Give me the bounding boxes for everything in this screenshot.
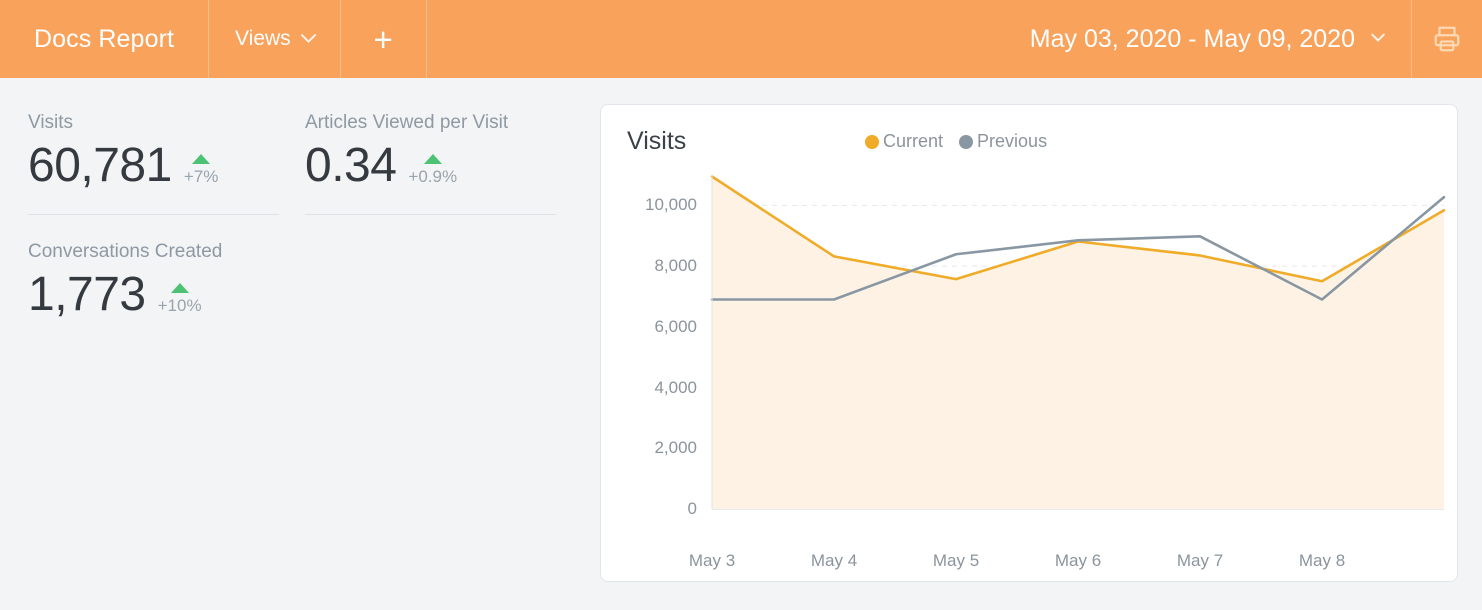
metric-value: 60,781 [28,139,172,192]
visits-chart-card: Visits Current Previous 0 2,000 4,000 6,000… [600,104,1458,582]
legend-item-previous[interactable]: Previous [959,131,1047,152]
x-axis-tick-label: May 5 [932,551,980,570]
printer-icon [1434,26,1460,52]
metric-delta-label: +10% [157,296,202,316]
trend-up-icon [423,154,442,165]
metric-card-conversations-created: Conversations Created 1,773 +10% [28,241,305,322]
top-header-bar: Docs Report Views + May 03, 2020 - May 0… [0,0,1482,78]
chart-plot-area: 0 2,000 4,000 6,000 8,000 10,000 May 3 May 4 Ma… [601,167,1459,583]
metric-card-visits: Visits 60,781 +7% [28,112,305,216]
chart-area-fills [712,176,1444,509]
x-axis-tick-label: May 8 [1298,551,1346,570]
chart-x-axis-labels: May 3 May 4 May 5 May 6 May 7 May 8 [601,551,1459,573]
metric-value: 1,773 [28,268,146,322]
app-title: Docs Report [0,0,210,78]
date-range-label: May 03, 2020 - May 09, 2020 [1029,24,1355,53]
metric-label: Visits [28,112,74,133]
y-axis-tick-label: 6,000 [654,316,697,336]
chart-header: Visits Current Previous [601,105,1457,156]
metric-delta: +7% [183,154,219,193]
legend-label-previous: Previous [977,131,1048,151]
metric-delta-label: +0.9% [408,167,458,187]
tab-views-label: Views [235,27,291,50]
trend-up-icon [192,154,211,165]
x-axis-tick-label: May 3 [688,551,736,570]
y-axis-tick-label: 8,000 [654,256,697,276]
chart-area-fill-current [712,176,1444,509]
x-axis-tick-label: May 6 [1054,551,1102,570]
add-view-button[interactable]: + [341,0,427,78]
x-axis-tick-label: May 7 [1176,551,1224,570]
metric-delta-label: +7% [183,167,219,187]
chevron-down-icon [1370,27,1386,42]
chart-title: Visits [627,127,687,155]
tab-views[interactable]: Views [209,0,341,78]
x-axis-tick-label: May 4 [810,551,858,570]
y-axis-tick-label: 10,000 [645,195,697,215]
legend-swatch-previous [959,134,974,149]
metric-value-row: 60,781 +7% [28,138,279,193]
chart-legend: Current Previous [865,131,1047,152]
chart-y-axis-labels: 0 2,000 4,000 6,000 8,000 10,000 [601,167,697,583]
y-axis-tick-label: 2,000 [654,438,697,458]
metric-value: 0.34 [305,139,397,192]
metric-delta: +10% [158,283,202,322]
print-button[interactable] [1412,0,1482,78]
metric-value-row: 1,773 +10% [28,267,279,322]
metric-divider [28,214,279,216]
legend-label-current: Current [883,131,944,151]
legend-swatch-current [865,134,879,149]
metric-card-articles-viewed-per-visit: Articles Viewed per Visit 0.34 +0.9% [305,112,582,216]
chevron-down-icon [300,26,316,43]
y-axis-tick-label: 0 [687,499,697,518]
metrics-panel: Visits 60,781 +7% Articles Viewed per Vi… [0,78,600,322]
metric-label: Articles Viewed per Visit [305,112,509,133]
date-range-picker[interactable]: May 03, 2020 - May 09, 2020 [1006,0,1412,78]
header-spacer [427,0,1006,78]
metric-value-row: 0.34 +0.9% [305,138,556,193]
metric-divider [305,214,556,216]
line-chart-svg [710,175,1446,510]
y-axis-tick-label: 4,000 [654,377,697,397]
legend-item-current[interactable]: Current [865,131,943,152]
main-content: Visits 60,781 +7% Articles Viewed per Vi… [0,78,1482,610]
trend-up-icon [170,283,189,294]
metric-delta: +0.9% [408,154,457,193]
metric-label: Conversations Created [28,241,223,263]
